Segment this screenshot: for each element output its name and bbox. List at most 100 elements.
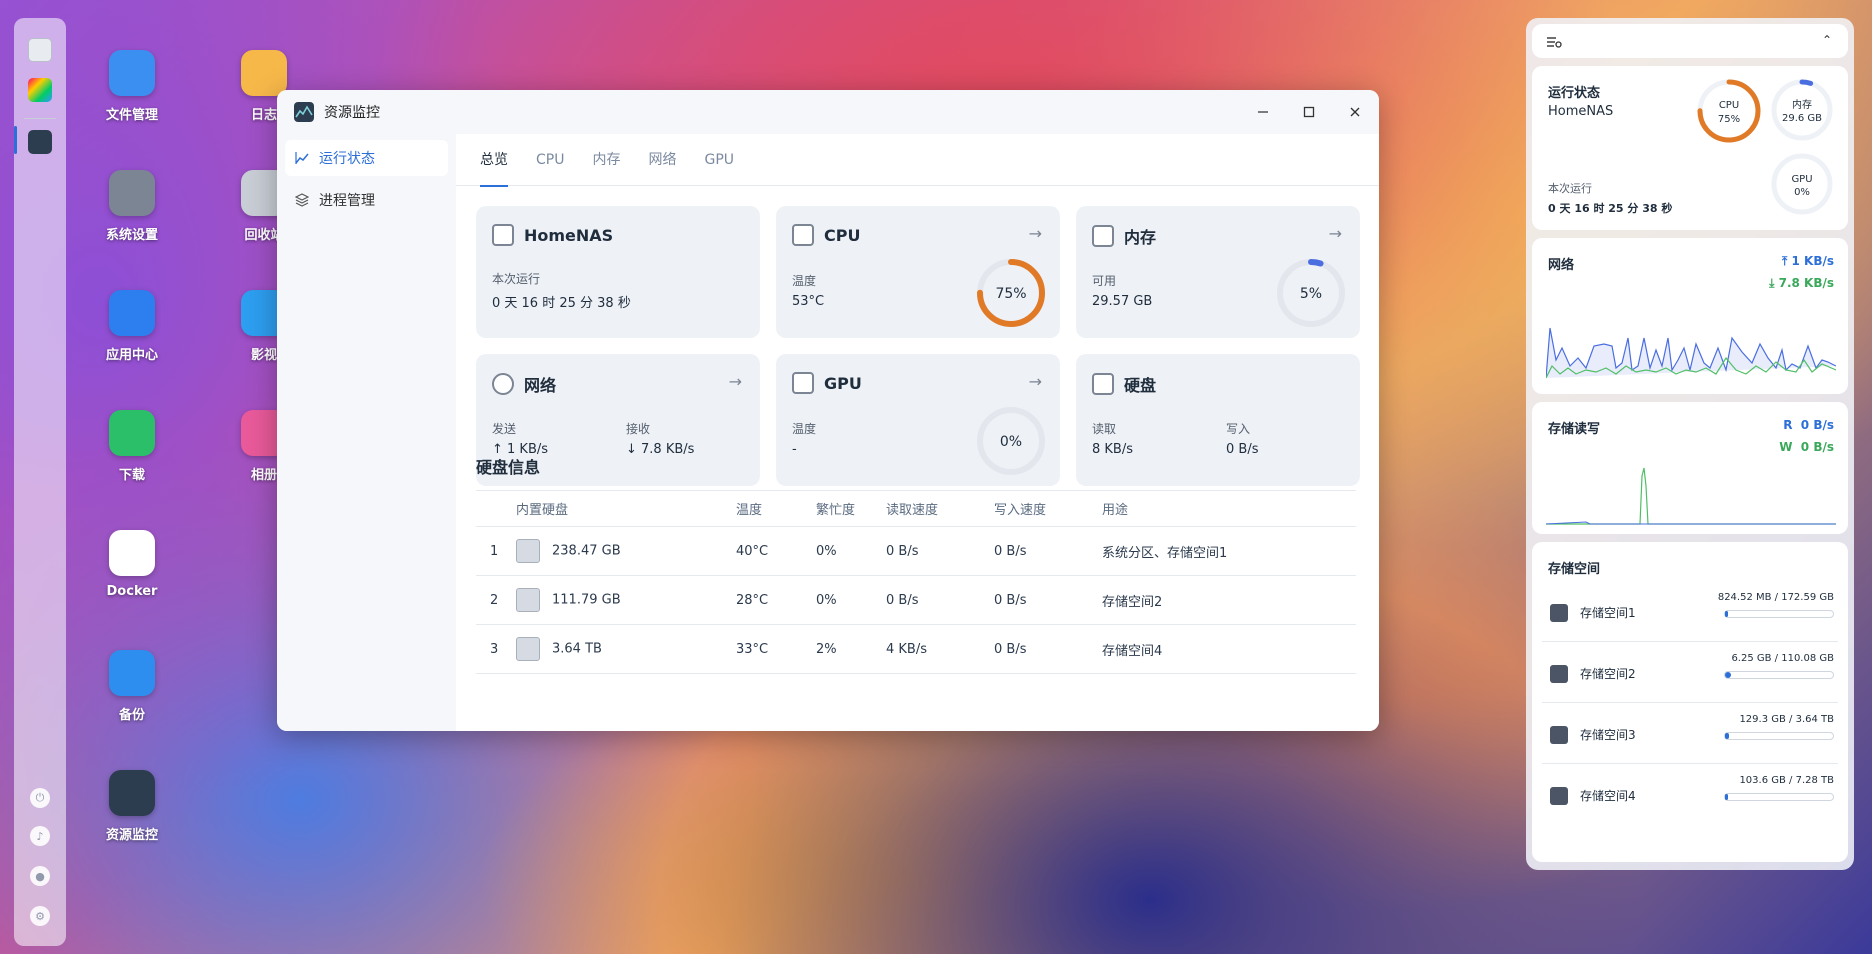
dock-separator [24,118,56,119]
gpu-usage-text: 0% [1000,434,1022,450]
desktop-icon[interactable]: 下载 [72,410,192,483]
desktop-icon-label: 下载 [118,468,145,483]
col-header[interactable]: 繁忙度 [816,490,886,527]
col-header[interactable]: 读取速度 [886,490,994,527]
memory-card[interactable]: 内存 → 可用 29.57 GB 5% [1076,206,1360,338]
col-header[interactable]: 内置硬盘 [516,490,736,527]
uptime-label: 本次运行 [492,272,541,286]
app-icon [109,290,155,336]
table-cell: 4 KB/s [886,624,994,674]
user-icon[interactable]: ● [30,866,50,886]
pool-row[interactable]: 存储空间4 103.6 GB / 7.28 TB [1532,765,1848,825]
desktop-icon[interactable]: 资源监控 [72,770,192,843]
chevron-up-icon[interactable]: ⌃ [1822,33,1832,47]
disk-card[interactable]: 硬盘 读取 8 KB/s 写入 0 B/s [1076,354,1360,486]
table-cell: 0 B/s [886,526,994,576]
app-icon [241,50,287,96]
app-icon [109,770,155,816]
desktop-icon-label: 文件管理 [105,108,158,123]
tab-memory[interactable]: 内存 [592,134,620,186]
arrow-right-icon[interactable]: → [729,372,742,391]
pool-usage-bar [1724,671,1834,679]
pool-usage: 103.6 GB / 7.28 TB [1739,775,1834,786]
temp-value: 53°C [792,294,825,309]
card-title: CPU [824,225,861,245]
desktop-icon[interactable]: 应用中心 [72,290,192,363]
write-label: 写入 [1226,422,1251,436]
widget-gpu-value: 0% [1794,187,1810,198]
storage-io-sparkline [1546,467,1836,525]
sidebar: 运行状态 进程管理 [277,134,456,731]
minimize-button[interactable] [1253,102,1273,122]
tab-cpu[interactable]: CPU [536,134,564,186]
window-title: 资源监控 [324,105,380,121]
app-icon [109,530,155,576]
tab-bar: 总览 CPU 内存 网络 GPU [456,134,1379,187]
resource-monitor-dock-icon[interactable] [28,130,52,154]
sidebar-item-process[interactable]: 进程管理 [285,182,448,218]
widget-memory-ring: 内存 29.6 GB [1771,79,1833,141]
resource-monitor-window: 资源监控 运行状态 进程管理 总览 CPU 内存 网络 GPU HomeNAS … [277,90,1379,731]
layers-icon [295,193,309,207]
tab-gpu[interactable]: GPU [704,134,734,186]
col-header[interactable]: 写入速度 [994,490,1102,527]
arrow-right-icon[interactable]: → [1329,224,1342,243]
cpu-icon [792,224,814,246]
col-header[interactable]: 用途 [1102,490,1356,527]
arrow-right-icon[interactable]: → [1029,372,1042,391]
title-bar[interactable]: 资源监控 [277,90,1379,134]
tab-overview[interactable]: 总览 [480,134,508,187]
dock: ⏻ ♪ ● ⚙ [14,18,66,946]
table-row[interactable]: 3 3.64 TB 33°C 2% 4 KB/s 0 B/s 存储空间4 [476,624,1356,674]
chart-line-icon [295,151,309,165]
pool-usage-bar [1724,610,1834,618]
storage-pool-icon [1550,787,1568,805]
table-row[interactable]: 2 111.79 GB 28°C 0% 0 B/s 0 B/s 存储空间2 [476,575,1356,625]
disk-size: 238.47 GB [552,543,621,559]
col-header[interactable]: 温度 [736,490,816,527]
arrow-right-icon[interactable]: → [1029,224,1042,243]
desktop-icon[interactable]: 系统设置 [72,170,192,243]
desktop-icon[interactable]: 备份 [72,650,192,723]
widget-toolbar: ⌃ [1532,24,1848,58]
avail-label: 可用 [1092,274,1117,288]
sidebar-item-status[interactable]: 运行状态 [285,140,448,176]
pool-row[interactable]: 存储空间2 6.25 GB / 110.08 GB [1532,643,1848,703]
table-cell: 1 [476,526,516,576]
widget-storage-io[interactable]: 存储读写 R 0 B/s W 0 B/s [1532,402,1848,534]
table-cell: 2% [816,624,886,674]
divider [1542,763,1838,764]
gpu-card[interactable]: GPU → 温度 - 0% [776,354,1060,486]
pool-usage: 824.52 MB / 172.59 GB [1717,592,1834,603]
tab-network[interactable]: 网络 [648,134,676,186]
gear-icon[interactable]: ⚙ [30,906,50,926]
sidebar-item-label: 运行状态 [319,151,375,167]
widget-gpu-ring: GPU 0% [1771,153,1833,215]
table-row[interactable]: 1 238.47 GB 40°C 0% 0 B/s 0 B/s 系统分区、存储空间1 [476,526,1356,576]
widget-panel: ⌃ 运行状态 HomeNAS 本次运行 0 天 16 时 25 分 38 秒 C… [1526,18,1854,870]
app-grid-icon[interactable] [28,78,52,102]
desktop-icon[interactable]: 文件管理 [72,50,192,123]
desktop-icon-label: 备份 [118,708,145,723]
widget-settings-icon[interactable] [1546,34,1562,53]
maximize-button[interactable] [1299,102,1319,122]
monitor-icon[interactable] [28,38,52,62]
widget-status[interactable]: 运行状态 HomeNAS 本次运行 0 天 16 时 25 分 38 秒 CPU… [1532,66,1848,230]
cpu-card[interactable]: CPU → 温度 53°C 75% [776,206,1060,338]
desktop-icon[interactable]: Docker [72,530,192,599]
widget-cpu-value: 75% [1718,114,1740,125]
pool-name: 存储空间3 [1580,728,1636,742]
system-card: HomeNAS 本次运行 0 天 16 时 25 分 38 秒 [476,206,760,338]
widget-storage-io-title: 存储读写 [1548,422,1601,437]
desktop-icon-label: 系统设置 [105,228,158,243]
table-cell: 2 [476,575,516,625]
avail-value: 29.57 GB [1092,294,1153,309]
chip-icon [492,224,514,246]
power-icon[interactable]: ⏻ [30,788,50,808]
hard-disk-icon [516,588,540,612]
pool-row[interactable]: 存储空间1 824.52 MB / 172.59 GB [1532,582,1848,642]
close-button[interactable] [1345,102,1365,122]
widget-network[interactable]: 网络 ⤒ 1 KB/s ⤓ 7.8 KB/s [1532,238,1848,394]
pool-row[interactable]: 存储空间3 129.3 GB / 3.64 TB [1532,704,1848,764]
bell-icon[interactable]: ♪ [30,826,50,846]
